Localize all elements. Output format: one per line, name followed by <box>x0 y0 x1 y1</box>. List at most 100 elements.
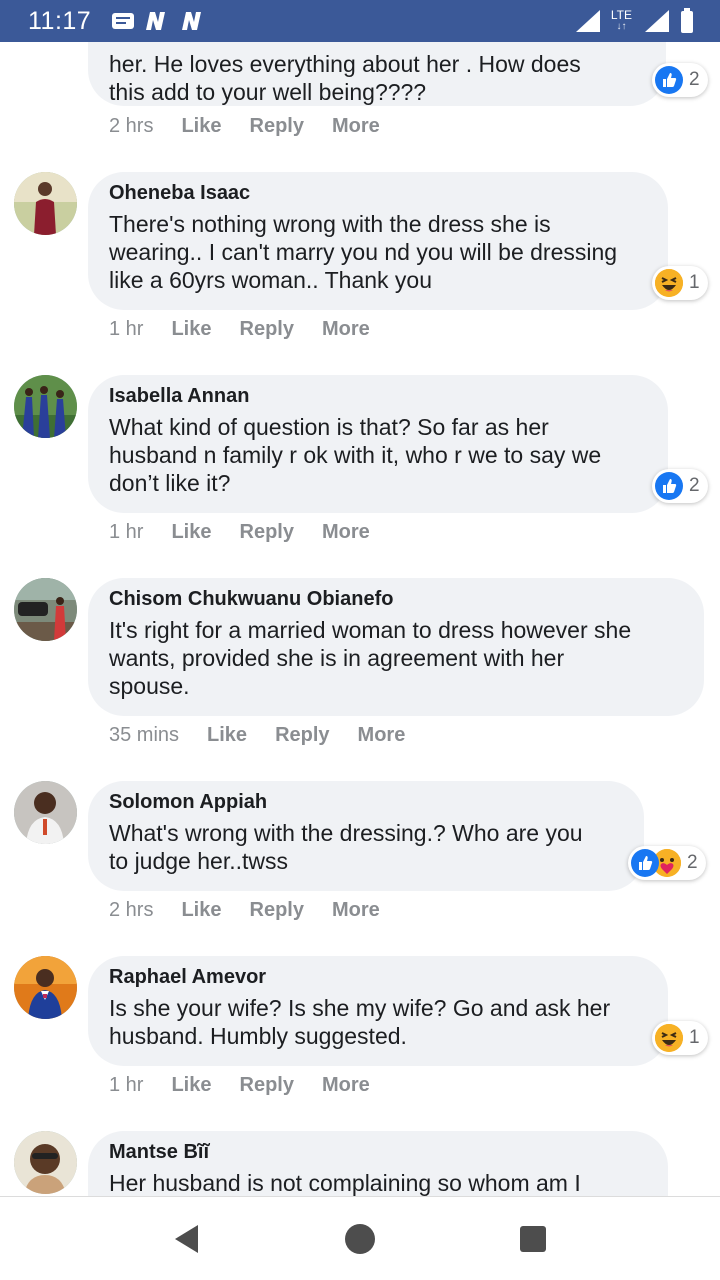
like-button[interactable]: Like <box>171 1074 211 1097</box>
comment-text: her. He loves everything about her . How… <box>109 50 646 106</box>
comment-actions: 1 hr Like Reply More <box>109 1074 398 1097</box>
comment-line: like a 60yrs woman.. Thank you <box>109 267 433 293</box>
comment-line: It's right for a married woman to dress … <box>109 617 632 643</box>
comment-actions: 1 hr Like Reply More <box>109 318 398 341</box>
reaction-summary[interactable]: 1 <box>652 1021 708 1055</box>
recents-icon[interactable] <box>503 1209 563 1269</box>
comment-line: There's nothing wrong with the dress she… <box>109 211 551 237</box>
reaction-summary[interactable]: 1 <box>652 266 708 300</box>
haha-reaction-icon <box>655 1024 683 1052</box>
reaction-summary[interactable]: 2 <box>652 469 708 503</box>
reaction-count: 2 <box>689 69 700 90</box>
comment-line: Her husband is not complaining so whom a… <box>109 1170 581 1196</box>
comment-bubble[interactable]: Raphael Amevor Is she your wife? Is she … <box>88 956 668 1066</box>
comment-text: It's right for a married woman to dress … <box>109 616 684 700</box>
commenter-name[interactable]: Isabella Annan <box>109 385 648 407</box>
avatar[interactable] <box>14 781 77 844</box>
reply-button[interactable]: Reply <box>250 899 304 922</box>
reaction-summary[interactable]: 2 <box>652 63 708 97</box>
comment-bubble[interactable]: Mantse Bĩĩ Her husband is not complainin… <box>88 1131 668 1196</box>
back-icon[interactable] <box>157 1209 217 1269</box>
commenter-name[interactable]: Chisom Chukwuanu Obianefo <box>109 588 684 610</box>
like-button[interactable]: Like <box>207 724 247 747</box>
comment-line: What kind of question is that? So far as… <box>109 414 549 440</box>
comment-text: What's wrong with the dressing.? Who are… <box>109 819 624 875</box>
like-button[interactable]: Like <box>171 521 211 544</box>
comment-actions: 2 hrs Like Reply More <box>109 115 408 138</box>
comment-text: Is she your wife? Is she my wife? Go and… <box>109 994 648 1050</box>
avatar[interactable] <box>14 1131 77 1194</box>
notification-n-icon <box>143 10 171 32</box>
avatar[interactable] <box>14 172 77 235</box>
avatar[interactable] <box>14 578 77 641</box>
avatar[interactable] <box>14 375 77 438</box>
commenter-name[interactable]: Mantse Bĩĩ <box>109 1141 648 1163</box>
comment-bubble[interactable]: Chisom Chukwuanu Obianefo It's right for… <box>88 578 704 716</box>
comment-line: husband n family r ok with it, who r we … <box>109 442 602 468</box>
more-button[interactable]: More <box>322 318 370 341</box>
data-arrows-icon: ↓↑ <box>616 21 627 32</box>
comment-line: husband. Humbly suggested. <box>109 1023 407 1049</box>
comment-actions: 35 mins Like Reply More <box>109 724 433 747</box>
comment-line: wants, provided she is in agreement with… <box>109 645 565 671</box>
more-button[interactable]: More <box>322 1074 370 1097</box>
comment-line: spouse. <box>109 673 190 699</box>
reply-button[interactable]: Reply <box>240 1074 294 1097</box>
comment-line: her. He loves everything about her . How… <box>109 51 581 77</box>
like-button[interactable]: Like <box>171 318 211 341</box>
reply-button[interactable]: Reply <box>240 318 294 341</box>
reply-button[interactable]: Reply <box>275 724 329 747</box>
reply-button[interactable]: Reply <box>240 521 294 544</box>
like-button[interactable]: Like <box>181 115 221 138</box>
reaction-summary[interactable]: 2 <box>628 846 706 880</box>
reaction-count: 1 <box>689 272 700 293</box>
comment-line: this add to your well being???? <box>109 79 427 105</box>
like-button[interactable]: Like <box>181 899 221 922</box>
more-button[interactable]: More <box>332 899 380 922</box>
signal-icon <box>575 9 601 33</box>
lte-indicator: LTE ↓↑ <box>611 9 632 33</box>
comment-time: 1 hr <box>109 318 144 340</box>
haha-reaction-icon <box>655 269 683 297</box>
status-time: 11:17 <box>28 6 92 35</box>
comment-actions: 1 hr Like Reply More <box>109 521 398 544</box>
more-button[interactable]: More <box>358 724 406 747</box>
comment-time: 2 hrs <box>109 115 154 137</box>
network-type: LTE <box>610 8 632 22</box>
more-button[interactable]: More <box>322 521 370 544</box>
battery-icon <box>680 8 694 34</box>
signal-icon <box>644 9 670 33</box>
like-reaction-icon <box>655 472 683 500</box>
comment-time: 1 hr <box>109 521 144 543</box>
comment-actions: 2 hrs Like Reply More <box>109 899 408 922</box>
comment-line: What's wrong with the dressing.? Who are… <box>109 820 583 846</box>
comment-line: wearing.. I can't marry you nd you will … <box>109 239 618 265</box>
commenter-name[interactable]: Raphael Amevor <box>109 966 648 988</box>
comment-text: What kind of question is that? So far as… <box>109 413 648 497</box>
more-button[interactable]: More <box>332 115 380 138</box>
reaction-count: 2 <box>687 852 698 873</box>
comment-time: 2 hrs <box>109 899 154 921</box>
comment-bubble[interactable]: Oheneba Isaac There's nothing wrong with… <box>88 172 668 310</box>
commenter-name[interactable]: Solomon Appiah <box>109 791 624 813</box>
comment-bubble[interactable]: Solomon Appiah What's wrong with the dre… <box>88 781 644 891</box>
comment-line: don’t like it? <box>109 470 231 496</box>
comment-bubble[interactable]: Isabella Annan What kind of question is … <box>88 375 668 513</box>
avatar[interactable] <box>14 956 77 1019</box>
comment-line: Is she your wife? Is she my wife? Go and… <box>109 995 611 1021</box>
message-icon <box>111 11 135 31</box>
comment-time: 35 mins <box>109 724 180 746</box>
home-icon[interactable] <box>330 1209 390 1269</box>
reply-button[interactable]: Reply <box>250 115 304 138</box>
like-reaction-icon <box>655 66 683 94</box>
reaction-count: 2 <box>689 475 700 496</box>
comment-bubble[interactable]: her. He loves everything about her . How… <box>88 42 666 106</box>
like-reaction-icon <box>631 849 659 877</box>
comments-feed[interactable]: her. He loves everything about her . How… <box>0 42 720 1196</box>
reaction-count: 1 <box>689 1027 700 1048</box>
comment-text: There's nothing wrong with the dress she… <box>109 210 648 294</box>
comment-line: to judge her..twss <box>109 848 288 874</box>
commenter-name[interactable]: Oheneba Isaac <box>109 182 648 204</box>
comment-text: Her husband is not complaining so whom a… <box>109 1169 648 1196</box>
status-bar: 11:17 LTE ↓↑ <box>0 0 720 42</box>
